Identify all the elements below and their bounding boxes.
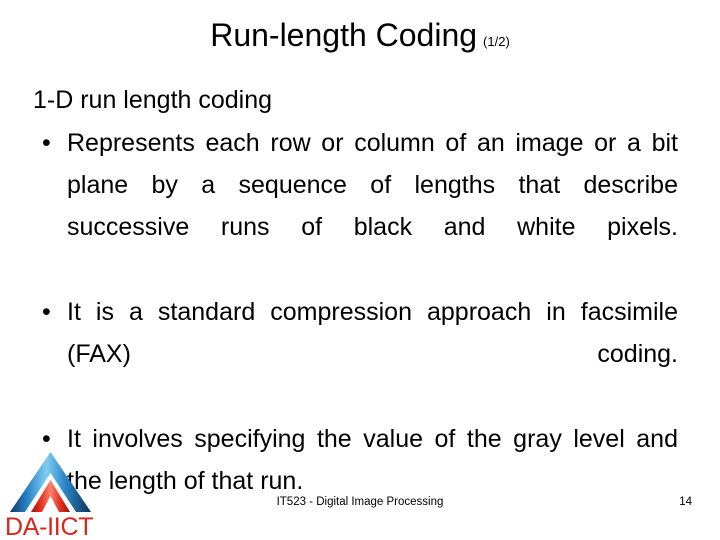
list-item-text: It is a standard compression approach in… xyxy=(67,298,678,368)
page-title: Run-length Coding (1/2) xyxy=(0,18,720,52)
bullet-icon: • xyxy=(42,129,51,157)
page-title-part-indicator: (1/2) xyxy=(483,34,510,49)
logo-text: DA-IICT xyxy=(5,513,93,538)
lead-line: 1-D run length coding xyxy=(33,86,273,114)
list-item-text: Represents each row or column of an imag… xyxy=(67,129,678,241)
bullet-icon: • xyxy=(42,298,51,326)
page-number: 14 xyxy=(679,496,692,508)
page-title-main: Run-length Coding xyxy=(210,17,478,53)
daiict-logo: DA-IICT xyxy=(4,448,108,538)
list-item: • It involves specifying the value of th… xyxy=(33,418,678,502)
list-item: • Represents each row or column of an im… xyxy=(33,122,678,290)
slide-body: 1-D run length coding • Represents each … xyxy=(33,80,678,502)
daiict-logo-icon: DA-IICT xyxy=(5,452,94,538)
list-item: • It is a standard compression approach … xyxy=(33,291,678,417)
list-item-text: It involves specifying the value of the … xyxy=(67,425,678,495)
footer-course-label: IT523 - Digital Image Processing xyxy=(276,496,444,508)
